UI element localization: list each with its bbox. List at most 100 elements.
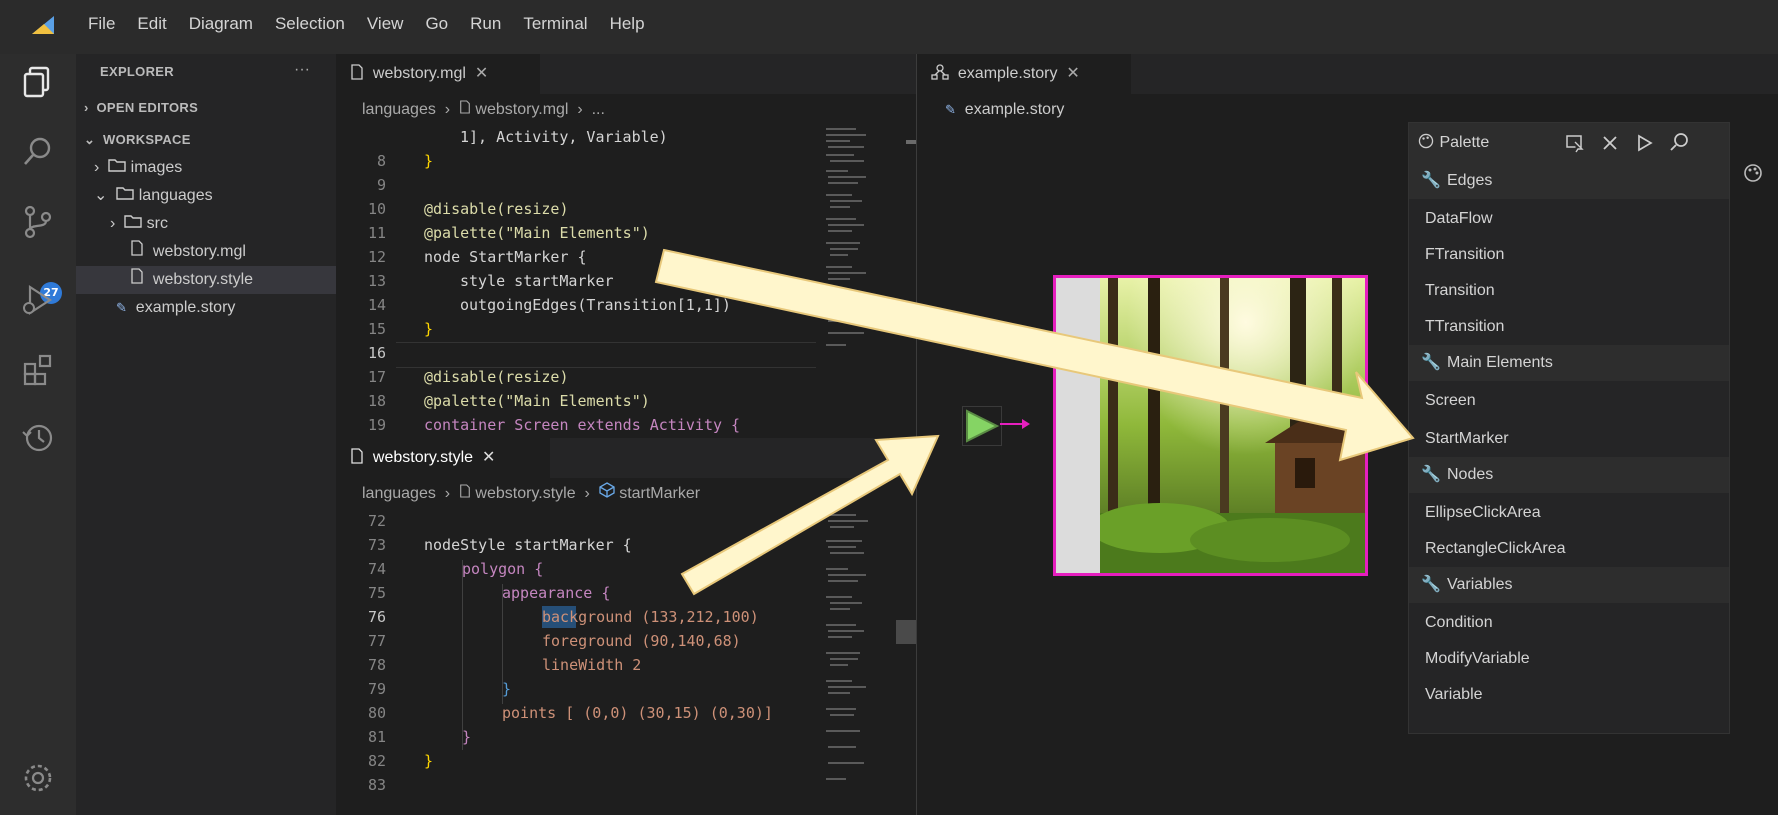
minimap[interactable] <box>824 510 880 800</box>
palette-category-variables[interactable]: 🔧 Variables <box>1409 567 1729 603</box>
folder-icon <box>124 215 142 228</box>
delete-icon[interactable] <box>1601 134 1619 152</box>
folder-open-icon <box>116 187 134 200</box>
tree-item-webstory-style[interactable]: webstory.style <box>76 266 336 294</box>
code-line: @palette("Main Elements") <box>424 224 650 242</box>
palette-item-transition[interactable]: Transition <box>1409 273 1729 309</box>
line-number: 76 <box>367 608 386 626</box>
code-area[interactable]: 1], Activity, Variable) 8 } 9 10 @disabl… <box>336 124 816 438</box>
menu-run[interactable]: Run <box>470 14 501 34</box>
menu-terminal[interactable]: Terminal <box>523 14 587 34</box>
search-icon[interactable] <box>1669 132 1689 152</box>
palette-item-startmarker[interactable]: StartMarker <box>1409 421 1729 457</box>
breadcrumb-item[interactable]: ... <box>592 101 605 118</box>
start-marker-triangle <box>966 409 1000 443</box>
breadcrumb: languages › webstory.style › startMarker <box>362 480 700 508</box>
indent-guide <box>462 560 463 750</box>
file-icon <box>131 268 143 284</box>
code-line: outgoingEdges(Transition[1,1]) <box>460 296 731 314</box>
screen-node[interactable] <box>1053 275 1368 576</box>
menu: File Edit Diagram Selection View Go Run … <box>88 14 667 34</box>
menu-selection[interactable]: Selection <box>275 14 345 34</box>
source-control-icon[interactable] <box>20 204 56 240</box>
menu-diagram[interactable]: Diagram <box>189 14 253 34</box>
breadcrumb-item[interactable]: languages <box>362 101 436 118</box>
tab-example-story[interactable]: example.story ✕ <box>917 54 1131 94</box>
explorer-more-button[interactable]: ··· <box>294 56 310 84</box>
tab-webstory-mgl[interactable]: webstory.mgl ✕ <box>336 54 540 94</box>
palette-category-nodes[interactable]: 🔧 Nodes <box>1409 457 1729 493</box>
palette-item-modifyvariable[interactable]: ModifyVariable <box>1409 641 1729 677</box>
code-line: } <box>462 728 472 746</box>
tab-label: webstory.style <box>372 449 474 466</box>
palette-item-dataflow[interactable]: DataFlow <box>1409 201 1729 237</box>
line-number: 80 <box>367 704 386 722</box>
close-icon[interactable]: ✕ <box>1066 65 1079 82</box>
palette-item-condition[interactable]: Condition <box>1409 605 1729 641</box>
folder-icon <box>108 159 126 172</box>
breadcrumb-item[interactable]: example.story <box>965 101 1065 118</box>
palette-toggle-icon[interactable] <box>1742 162 1764 184</box>
settings-gear-icon[interactable] <box>20 760 56 796</box>
tree-item-example-story[interactable]: ✎ example.story <box>116 294 235 322</box>
marquee-select-icon[interactable] <box>1565 133 1585 153</box>
breadcrumb-item[interactable]: webstory.mgl <box>475 101 568 118</box>
palette-item-ttransition[interactable]: TTransition <box>1409 309 1729 345</box>
menu-help[interactable]: Help <box>610 14 645 34</box>
line-number: 19 <box>367 416 386 434</box>
open-editors-section[interactable]: › OPEN EDITORS <box>84 94 198 122</box>
start-marker-node[interactable] <box>962 406 1002 446</box>
tree-item-images[interactable]: › images <box>94 154 182 182</box>
minimap[interactable] <box>824 124 880 424</box>
chevron-down-icon: ⌄ <box>84 132 96 147</box>
timeline-icon[interactable] <box>20 420 56 456</box>
file-icon <box>131 240 143 256</box>
close-icon[interactable]: ✕ <box>482 449 495 466</box>
palette-category-main-elements[interactable]: 🔧 Main Elements <box>1409 345 1729 381</box>
scrollbar-thumb[interactable] <box>896 620 916 644</box>
code-line: container Screen extends Activity { <box>424 416 741 434</box>
close-icon[interactable]: ✕ <box>475 65 488 82</box>
line-number: 73 <box>367 536 386 554</box>
editor-tab-bar: example.story ✕ <box>917 54 1778 94</box>
palette-item-screen[interactable]: Screen <box>1409 383 1729 419</box>
explorer-icon[interactable] <box>20 64 56 100</box>
category-label: Nodes <box>1447 466 1494 483</box>
line-number: 78 <box>367 656 386 674</box>
menu-file[interactable]: File <box>88 14 115 34</box>
code-line: } <box>424 752 434 770</box>
tab-webstory-style[interactable]: webstory.style ✕ <box>336 438 550 478</box>
explorer-panel: EXPLORER ··· › OPEN EDITORS ⌄ WORKSPACE … <box>76 54 336 815</box>
breadcrumb-item[interactable]: webstory.style <box>475 485 575 502</box>
validate-icon[interactable] <box>1635 134 1653 152</box>
line-number: 18 <box>367 392 386 410</box>
tree-item-webstory-mgl[interactable]: webstory.mgl <box>130 238 246 266</box>
code-line: nodeStyle startMarker { <box>424 536 632 554</box>
story-file-icon: ✎ <box>945 102 956 117</box>
tree-item-languages[interactable]: ⌄ languages <box>94 182 213 210</box>
menu-go[interactable]: Go <box>425 14 448 34</box>
extensions-icon[interactable] <box>20 352 56 388</box>
scrollbar-thumb[interactable] <box>906 140 916 144</box>
palette-item-ellipseclickarea[interactable]: EllipseClickArea <box>1409 495 1729 531</box>
palette-item-ftransition[interactable]: FTransition <box>1409 237 1729 273</box>
workspace-section[interactable]: ⌄ WORKSPACE <box>84 126 191 154</box>
breadcrumb-item[interactable]: languages <box>362 485 436 502</box>
palette-item-variable[interactable]: Variable <box>1409 677 1729 713</box>
transition-edge[interactable] <box>1000 416 1032 432</box>
tree-item-src[interactable]: › src <box>110 210 168 238</box>
forest-image <box>1100 278 1365 573</box>
code-area[interactable]: 72 73 nodeStyle startMarker { 74 polygon… <box>336 510 816 815</box>
menu-edit[interactable]: Edit <box>137 14 166 34</box>
palette-item-rectangleclickarea[interactable]: RectangleClickArea <box>1409 531 1729 567</box>
tree-item-label: webstory.mgl <box>152 243 246 260</box>
palette-category-edges[interactable]: 🔧 Edges <box>1409 163 1729 199</box>
menu-view[interactable]: View <box>367 14 404 34</box>
app-logo-icon <box>32 16 54 34</box>
code-line: } <box>424 320 434 338</box>
breadcrumb-item[interactable]: startMarker <box>619 485 700 502</box>
editor-tab-bar: webstory.mgl ✕ <box>336 54 916 94</box>
search-icon[interactable] <box>20 134 56 170</box>
code-line: @palette("Main Elements") <box>424 392 650 410</box>
run-debug-icon[interactable] <box>20 282 56 318</box>
